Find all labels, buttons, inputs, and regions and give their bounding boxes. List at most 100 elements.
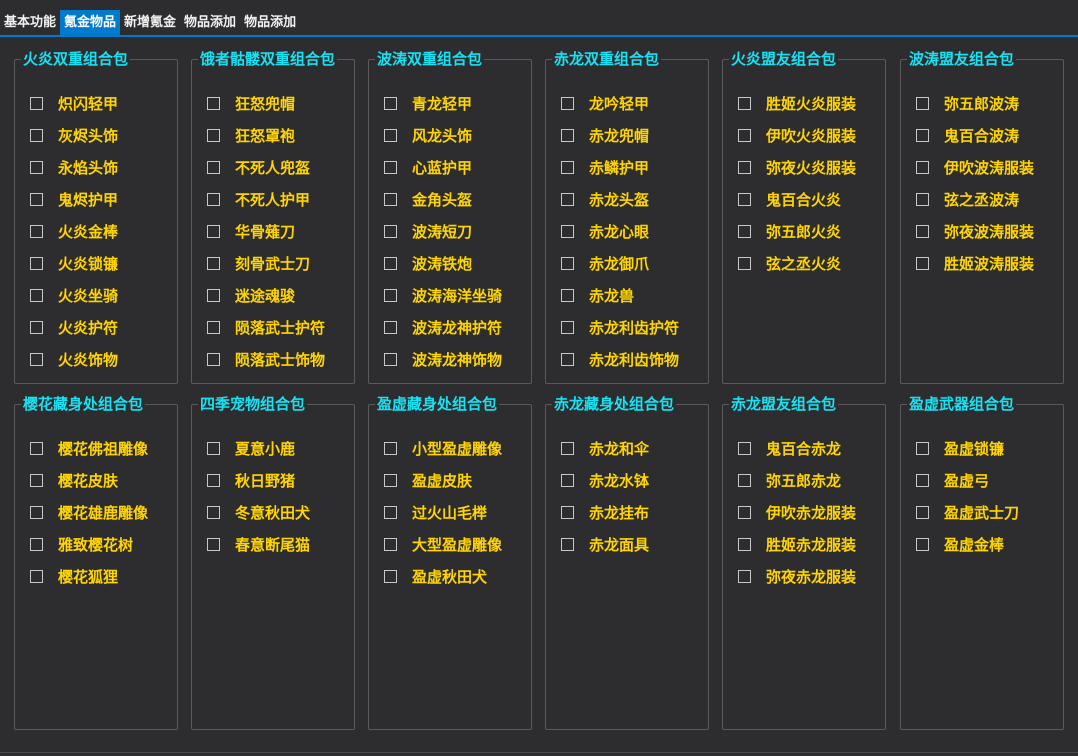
item-checkbox-row[interactable]: 心蓝护甲 <box>384 151 502 183</box>
checkbox[interactable] <box>384 288 397 302</box>
checkbox[interactable] <box>207 288 220 302</box>
checkbox[interactable] <box>916 128 929 142</box>
item-checkbox-row[interactable]: 赤龙御爪 <box>561 247 679 279</box>
checkbox[interactable] <box>384 441 397 455</box>
checkbox[interactable] <box>207 352 220 366</box>
item-checkbox-row[interactable]: 赤龙挂布 <box>561 496 649 528</box>
checkbox[interactable] <box>207 128 220 142</box>
checkbox[interactable] <box>561 441 574 455</box>
checkbox[interactable] <box>30 537 43 551</box>
checkbox[interactable] <box>561 537 574 551</box>
checkbox[interactable] <box>384 569 397 583</box>
checkbox[interactable] <box>738 192 751 206</box>
item-checkbox-row[interactable]: 陨落武士饰物 <box>207 343 325 375</box>
item-checkbox-row[interactable]: 陨落武士护符 <box>207 311 325 343</box>
item-checkbox-row[interactable]: 赤龙和伞 <box>561 432 649 464</box>
checkbox[interactable] <box>30 288 43 302</box>
item-checkbox-row[interactable]: 赤龙头盔 <box>561 183 679 215</box>
item-checkbox-row[interactable]: 樱花狐狸 <box>30 560 148 592</box>
checkbox[interactable] <box>738 473 751 487</box>
checkbox[interactable] <box>561 128 574 142</box>
item-checkbox-row[interactable]: 赤龙心眼 <box>561 215 679 247</box>
checkbox[interactable] <box>207 192 220 206</box>
checkbox[interactable] <box>561 320 574 334</box>
item-checkbox-row[interactable]: 赤龙水钵 <box>561 464 649 496</box>
item-checkbox-row[interactable]: 弥五郎波涛 <box>916 87 1034 119</box>
checkbox[interactable] <box>738 160 751 174</box>
item-checkbox-row[interactable]: 弦之丞波涛 <box>916 183 1034 215</box>
item-checkbox-row[interactable]: 盈虚秋田犬 <box>384 560 502 592</box>
checkbox[interactable] <box>561 224 574 238</box>
checkbox[interactable] <box>384 505 397 519</box>
item-checkbox-row[interactable]: 弦之丞火炎 <box>738 247 856 279</box>
checkbox[interactable] <box>207 96 220 110</box>
item-checkbox-row[interactable]: 盈虚皮肤 <box>384 464 502 496</box>
item-checkbox-row[interactable]: 华骨薙刀 <box>207 215 325 247</box>
item-checkbox-row[interactable]: 盈虚金棒 <box>916 528 1019 560</box>
item-checkbox-row[interactable]: 波涛铁炮 <box>384 247 502 279</box>
checkbox[interactable] <box>30 128 43 142</box>
item-checkbox-row[interactable]: 赤龙兜帽 <box>561 119 679 151</box>
checkbox[interactable] <box>384 192 397 206</box>
item-checkbox-row[interactable]: 秋日野猪 <box>207 464 310 496</box>
item-checkbox-row[interactable]: 金角头盔 <box>384 183 502 215</box>
checkbox[interactable] <box>384 352 397 366</box>
item-checkbox-row[interactable]: 不死人护甲 <box>207 183 325 215</box>
checkbox[interactable] <box>738 128 751 142</box>
item-checkbox-row[interactable]: 樱花佛祖雕像 <box>30 432 148 464</box>
checkbox[interactable] <box>30 505 43 519</box>
checkbox[interactable] <box>738 537 751 551</box>
checkbox[interactable] <box>916 96 929 110</box>
item-checkbox-row[interactable]: 鬼百合波涛 <box>916 119 1034 151</box>
checkbox[interactable] <box>384 224 397 238</box>
checkbox[interactable] <box>561 505 574 519</box>
item-checkbox-row[interactable]: 火炎坐骑 <box>30 279 118 311</box>
checkbox[interactable] <box>561 352 574 366</box>
item-checkbox-row[interactable]: 赤鳞护甲 <box>561 151 679 183</box>
item-checkbox-row[interactable]: 灰烬头饰 <box>30 119 118 151</box>
checkbox[interactable] <box>916 224 929 238</box>
item-checkbox-row[interactable]: 盈虚锁镰 <box>916 432 1019 464</box>
item-checkbox-row[interactable]: 春意断尾猫 <box>207 528 310 560</box>
checkbox[interactable] <box>30 352 43 366</box>
checkbox[interactable] <box>384 128 397 142</box>
item-checkbox-row[interactable]: 不死人兜盔 <box>207 151 325 183</box>
checkbox[interactable] <box>916 537 929 551</box>
checkbox[interactable] <box>207 320 220 334</box>
checkbox[interactable] <box>384 473 397 487</box>
item-checkbox-row[interactable]: 火炎护符 <box>30 311 118 343</box>
checkbox[interactable] <box>916 441 929 455</box>
item-checkbox-row[interactable]: 大型盈虚雕像 <box>384 528 502 560</box>
item-checkbox-row[interactable]: 狂怒罩袍 <box>207 119 325 151</box>
item-checkbox-row[interactable]: 赤龙面具 <box>561 528 649 560</box>
item-checkbox-row[interactable]: 胜姬火炎服装 <box>738 87 856 119</box>
item-checkbox-row[interactable]: 冬意秋田犬 <box>207 496 310 528</box>
item-checkbox-row[interactable]: 波涛短刀 <box>384 215 502 247</box>
item-checkbox-row[interactable]: 炽闪轻甲 <box>30 87 118 119</box>
checkbox[interactable] <box>561 288 574 302</box>
checkbox[interactable] <box>30 320 43 334</box>
item-checkbox-row[interactable]: 小型盈虚雕像 <box>384 432 502 464</box>
item-checkbox-row[interactable]: 永焰头饰 <box>30 151 118 183</box>
item-checkbox-row[interactable]: 赤龙利齿护符 <box>561 311 679 343</box>
item-checkbox-row[interactable]: 火炎饰物 <box>30 343 118 375</box>
item-checkbox-row[interactable]: 波涛海洋坐骑 <box>384 279 502 311</box>
checkbox[interactable] <box>30 256 43 270</box>
item-checkbox-row[interactable]: 伊吹赤龙服装 <box>738 496 856 528</box>
checkbox[interactable] <box>207 505 220 519</box>
item-checkbox-row[interactable]: 青龙轻甲 <box>384 87 502 119</box>
checkbox[interactable] <box>384 320 397 334</box>
item-checkbox-row[interactable]: 盈虚武士刀 <box>916 496 1019 528</box>
checkbox[interactable] <box>207 537 220 551</box>
item-checkbox-row[interactable]: 雅致樱花树 <box>30 528 148 560</box>
item-checkbox-row[interactable]: 波涛龙神护符 <box>384 311 502 343</box>
item-checkbox-row[interactable]: 火炎金棒 <box>30 215 118 247</box>
item-checkbox-row[interactable]: 龙吟轻甲 <box>561 87 679 119</box>
item-checkbox-row[interactable]: 胜姬波涛服装 <box>916 247 1034 279</box>
item-checkbox-row[interactable]: 赤龙利齿饰物 <box>561 343 679 375</box>
item-checkbox-row[interactable]: 樱花皮肤 <box>30 464 148 496</box>
item-checkbox-row[interactable]: 盈虚弓 <box>916 464 1019 496</box>
item-checkbox-row[interactable]: 鬼百合火炎 <box>738 183 856 215</box>
checkbox[interactable] <box>30 441 43 455</box>
checkbox[interactable] <box>207 160 220 174</box>
